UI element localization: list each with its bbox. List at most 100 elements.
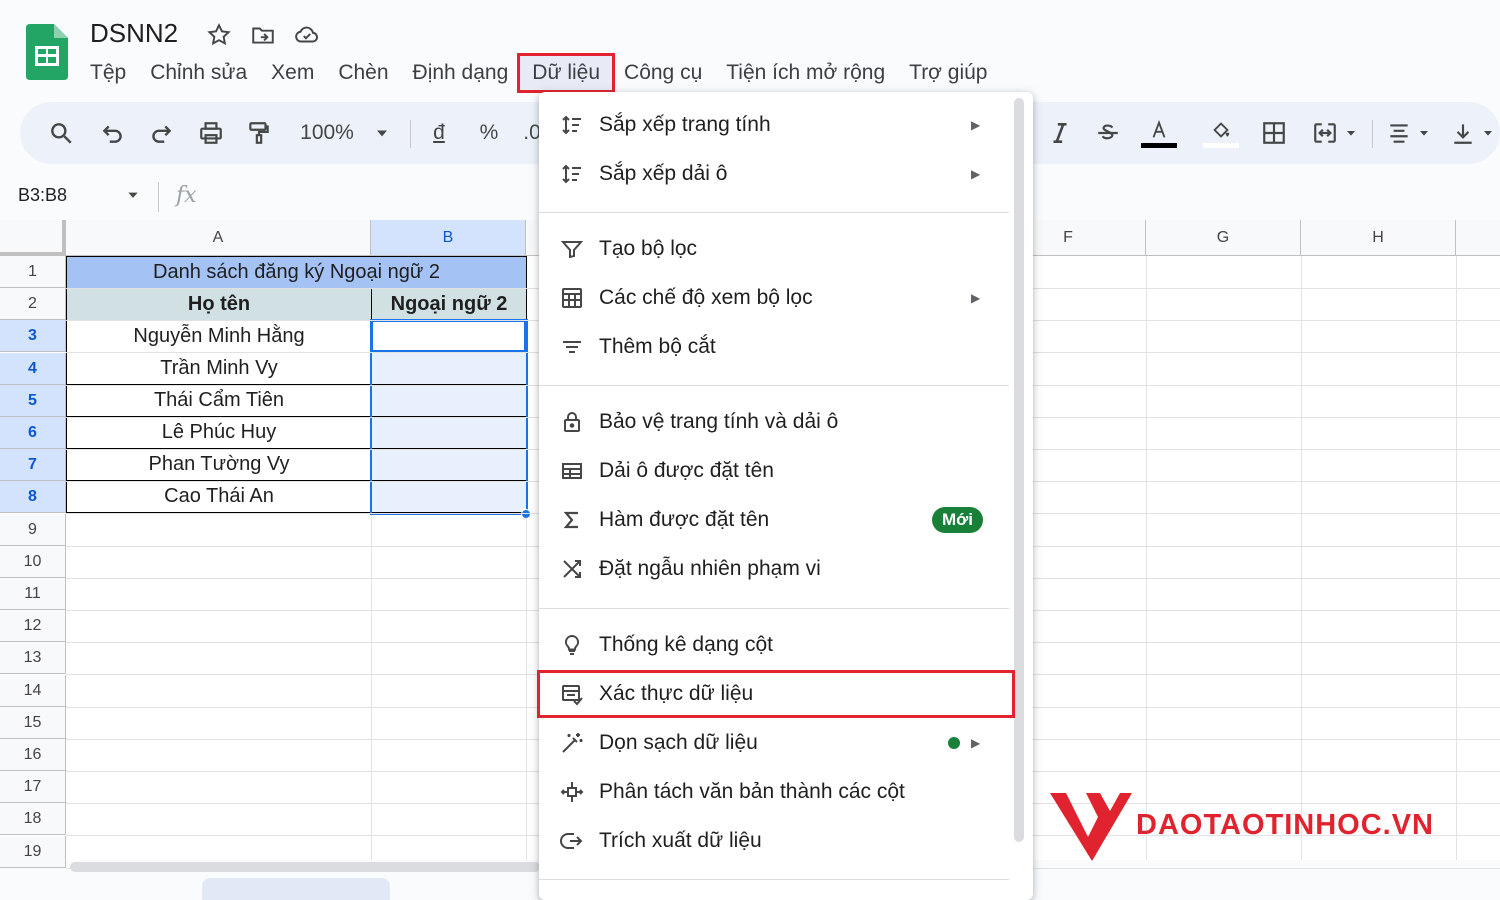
menu-item-add-slicer[interactable]: Thêm bộ cắt [539,323,1009,371]
menu-item-named-ranges[interactable]: Dải ô được đặt tên [539,447,1009,495]
move-folder-icon[interactable] [250,22,276,48]
valign-dropdown-icon[interactable] [1480,102,1496,164]
horizontal-align-icon[interactable] [1384,102,1414,164]
menu-item-split-text[interactable]: Phân tách văn bản thành các cột [539,768,1009,816]
magic-wand-icon [559,730,585,756]
menu-help[interactable]: Trợ giúp [897,56,999,90]
row-header[interactable]: 2 [0,288,66,321]
row-header[interactable]: 17 [0,771,66,804]
submenu-arrow-icon: ▶ [971,167,981,181]
vertical-align-icon[interactable] [1448,102,1478,164]
borders-icon[interactable] [1260,102,1288,164]
zoom-value: 100% [300,121,354,144]
chevron-down-icon[interactable] [372,102,392,164]
name-box-dropdown-icon[interactable] [126,188,140,202]
row-header[interactable]: 5 [0,384,66,417]
row-header[interactable]: 6 [0,417,66,449]
column-header-a[interactable]: A [66,220,371,256]
percent-format-button[interactable]: % [476,102,502,164]
menu-view[interactable]: Xem [259,56,326,90]
menu-item-protect[interactable]: Bảo vệ trang tính và dải ô [539,398,1009,446]
print-icon[interactable] [196,102,226,164]
row-header[interactable]: 8 [0,481,66,514]
horizontal-scrollbar[interactable] [70,862,540,872]
fill-color-icon[interactable] [1202,102,1240,164]
row-header[interactable]: 10 [0,545,66,578]
menu-extensions[interactable]: Tiện ích mở rộng [714,56,897,90]
header-name-cell[interactable]: Họ tên [66,288,372,321]
name-cell[interactable]: Lê Phúc Huy [66,416,372,449]
column-header-h[interactable]: H [1301,220,1456,256]
menu-item-named-functions[interactable]: Hàm được đặt tên Mới [539,496,1009,544]
row-header[interactable]: 4 [0,352,66,385]
italic-icon[interactable] [1046,102,1074,164]
google-sheets-logo[interactable] [26,24,68,80]
lock-icon [559,409,585,435]
highlight-box [537,670,1015,718]
row-header[interactable]: 11 [0,578,66,610]
row-header[interactable]: 19 [0,835,66,868]
row-header[interactable]: 3 [0,320,66,353]
star-icon[interactable] [206,22,232,48]
menu-item-data-cleanup[interactable]: Dọn sạch dữ liệu ▶ [539,719,1009,767]
align-dropdown-icon[interactable] [1416,102,1432,164]
menu-edit[interactable]: Chỉnh sửa [138,56,259,90]
menu-file[interactable]: Tệp [78,56,138,90]
menu-item-sort-sheet[interactable]: Sắp xếp trang tính ▶ [539,101,1009,149]
document-title[interactable]: DSNN2 [90,18,178,49]
zoom-select[interactable]: 100% [296,102,358,164]
menu-item-data-extraction[interactable]: Trích xuất dữ liệu [539,817,1009,865]
sheet-title-cell[interactable]: Danh sách đăng ký Ngoại ngữ 2 [66,256,527,289]
select-all-corner[interactable] [0,220,66,256]
row-header[interactable]: 16 [0,739,66,771]
menu-item-filter-views[interactable]: Các chế độ xem bộ lọc ▶ [539,274,1009,322]
redo-icon[interactable] [146,102,176,164]
row-header[interactable]: 13 [0,642,66,675]
menu-scrollbar[interactable] [1014,98,1024,842]
row-header[interactable]: 14 [0,674,66,707]
menu-item-create-filter[interactable]: Tạo bộ lọc [539,225,1009,273]
lightbulb-icon [559,632,585,658]
menu-item-sort-range[interactable]: Sắp xếp dải ô ▶ [539,150,1009,198]
text-color-icon[interactable] [1140,102,1178,164]
name-box[interactable]: B3:B8 [18,185,67,206]
search-icon[interactable] [46,102,76,164]
name-cell[interactable]: Trần Minh Vy [66,352,372,385]
row-header[interactable]: 9 [0,513,66,546]
filter-icon [559,236,585,262]
currency-format-button[interactable]: đ [428,102,450,164]
menu-tools[interactable]: Công cụ [612,56,714,90]
sheet-tab[interactable] [202,878,390,900]
menu-format[interactable]: Định dạng [401,56,521,90]
name-cell[interactable]: Thái Cẩm Tiên [66,384,372,417]
paint-format-icon[interactable] [244,102,274,164]
named-range-icon [559,458,585,484]
row-header[interactable]: 1 [0,256,66,288]
menu-data[interactable]: Dữ liệu [517,53,616,93]
menu-item-randomize-range[interactable]: Đặt ngẫu nhiên phạm vi [539,545,1009,593]
column-header-g[interactable]: G [1146,220,1301,256]
split-columns-icon [559,779,585,805]
active-cell[interactable] [371,320,526,352]
name-cell[interactable]: Nguyễn Minh Hằng [66,320,372,353]
menu-insert[interactable]: Chèn [326,56,400,90]
menu-item-column-stats[interactable]: Thống kê dạng cột [539,621,1009,669]
column-header-b[interactable]: B [371,220,526,256]
row-header[interactable]: 18 [0,803,66,836]
merge-cells-icon[interactable] [1310,102,1340,164]
new-feature-dot [948,737,960,749]
column-header-i[interactable] [1456,220,1500,256]
strikethrough-icon[interactable] [1094,102,1122,164]
name-cell[interactable]: Phan Tường Vy [66,448,372,481]
header-language-cell[interactable]: Ngoại ngữ 2 [371,288,527,321]
row-header[interactable]: 7 [0,449,66,482]
watermark-v-icon [1050,793,1132,861]
cloud-saved-icon[interactable] [294,22,320,48]
menu-item-data-validation[interactable]: Xác thực dữ liệu [537,670,1015,718]
menubar: Tệp Chỉnh sửa Xem Chèn Định dạng Dữ liệu… [78,53,1000,93]
undo-icon[interactable] [98,102,128,164]
merge-dropdown-icon[interactable] [1343,102,1359,164]
row-header[interactable]: 15 [0,706,66,739]
row-header[interactable]: 12 [0,610,66,643]
name-cell[interactable]: Cao Thái An [66,480,372,513]
